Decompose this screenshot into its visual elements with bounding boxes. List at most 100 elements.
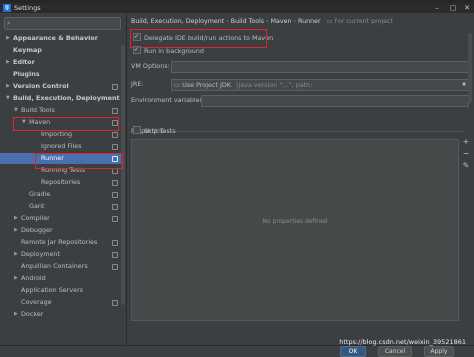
project-scope-icon bbox=[112, 240, 118, 246]
tree-item[interactable]: ▶ Editor bbox=[0, 57, 121, 68]
tree-item-label: Build Tools bbox=[21, 106, 55, 114]
tree-item-label: Compiler bbox=[21, 214, 50, 222]
jre-label: JRE: bbox=[131, 80, 144, 88]
tree-item[interactable]: ▶ Debugger bbox=[0, 225, 121, 236]
tree-item-label: Appearance & Behavior bbox=[13, 34, 98, 42]
highlight-box-delegate bbox=[130, 29, 267, 48]
highlight-box-maven bbox=[13, 117, 119, 131]
jre-value: Use Project JDK bbox=[182, 81, 231, 89]
vm-options-label: VM Options: bbox=[131, 62, 170, 70]
tree-item-label: Application Servers bbox=[21, 286, 84, 294]
skip-tests-label: Skip Tests bbox=[144, 127, 176, 135]
tree-item[interactable]: Repositories bbox=[0, 177, 121, 188]
chevron-right-icon[interactable]: ▶ bbox=[14, 225, 18, 236]
breadcrumb-item: Runner bbox=[298, 18, 321, 25]
tree-item-label: Editor bbox=[13, 58, 35, 66]
project-scope-icon: ▭ bbox=[326, 18, 333, 25]
properties-empty-text: No properties defined bbox=[262, 218, 328, 225]
run-in-background-option[interactable]: Run in background bbox=[133, 45, 204, 56]
run-in-background-label: Run in background bbox=[144, 47, 204, 55]
tree-item-label: Coverage bbox=[21, 298, 52, 306]
settings-search-field[interactable]: ⌕ bbox=[4, 17, 121, 30]
tree-item-label: Plugins bbox=[13, 70, 40, 78]
tree-item-label: Ignored Files bbox=[41, 142, 82, 150]
sidebar-scrollbar[interactable] bbox=[121, 45, 125, 305]
project-scope-icon bbox=[112, 204, 118, 210]
tree-item[interactable]: Coverage bbox=[0, 297, 121, 308]
tree-item[interactable]: Arquillian Containers bbox=[0, 261, 121, 272]
breadcrumb-item: Build, Execution, Deployment bbox=[131, 18, 225, 25]
skip-tests-option[interactable]: Skip Tests bbox=[133, 126, 176, 136]
tree-item-label: Remote Jar Repositories bbox=[21, 238, 98, 246]
vm-options-input[interactable] bbox=[171, 61, 469, 73]
tree-item[interactable]: ▶ Version Control bbox=[0, 81, 121, 92]
tree-item-label: Repositories bbox=[41, 178, 81, 186]
breadcrumb-separator: › bbox=[226, 18, 229, 25]
chevron-right-icon[interactable]: ▶ bbox=[6, 33, 10, 44]
breadcrumb-item: Maven bbox=[270, 18, 292, 25]
ok-button[interactable]: OK bbox=[340, 346, 366, 357]
tree-item[interactable]: ▶ Compiler bbox=[0, 213, 121, 224]
tree-item-label: Gant bbox=[29, 202, 45, 210]
tree-item-label: Version Control bbox=[13, 82, 69, 90]
properties-table[interactable]: No properties defined bbox=[131, 139, 459, 321]
run-in-background-checkbox[interactable] bbox=[133, 45, 141, 54]
remove-property-icon[interactable]: − bbox=[461, 149, 471, 158]
tree-item[interactable]: ▶ Docker bbox=[0, 309, 121, 320]
tree-item-label: Build, Execution, Deployment bbox=[13, 94, 120, 102]
tree-item[interactable]: ▶ Deployment bbox=[0, 249, 121, 260]
tree-item[interactable]: Gradle bbox=[0, 189, 121, 200]
tree-item[interactable]: Gant bbox=[0, 201, 121, 212]
add-property-icon[interactable]: + bbox=[461, 137, 471, 146]
breadcrumb-separator: › bbox=[266, 18, 269, 25]
project-scope-icon bbox=[112, 300, 118, 306]
tree-item[interactable]: ▶ Appearance & Behavior bbox=[0, 33, 121, 44]
search-icon: ⌕ bbox=[7, 19, 11, 27]
tree-item[interactable]: Keymap bbox=[0, 45, 121, 56]
jre-select[interactable]: ▭ Use Project JDK (java version "…", pat… bbox=[171, 79, 469, 91]
chevron-down-icon[interactable]: ▼ bbox=[6, 93, 10, 104]
chevron-right-icon[interactable]: ▶ bbox=[14, 249, 18, 260]
tree-item-label: Debugger bbox=[21, 226, 53, 234]
chevron-right-icon[interactable]: ▶ bbox=[14, 213, 18, 224]
environment-variables-input[interactable] bbox=[201, 95, 469, 107]
tree-item[interactable]: ▶ Android bbox=[0, 273, 121, 284]
tree-item-label: Gradle bbox=[29, 190, 51, 198]
tree-item[interactable]: Plugins bbox=[0, 69, 121, 80]
tree-item[interactable]: Application Servers bbox=[0, 285, 121, 296]
project-scope-icon bbox=[112, 180, 118, 186]
chevron-down-icon[interactable]: ▼ bbox=[14, 105, 18, 116]
close-icon[interactable]: ✕ bbox=[460, 3, 474, 13]
project-scope-icon bbox=[112, 264, 118, 270]
jre-detail: (java version "…", path: bbox=[236, 81, 313, 89]
tree-item[interactable]: ▼ Build Tools bbox=[0, 105, 121, 116]
watermark-text: https://blog.csdn.net/weixin_39521861 bbox=[339, 338, 466, 346]
minimize-icon[interactable]: – bbox=[430, 3, 444, 13]
highlight-box-runner bbox=[35, 153, 123, 169]
chevron-right-icon[interactable]: ▶ bbox=[14, 273, 18, 284]
chevron-right-icon[interactable]: ▶ bbox=[14, 309, 18, 320]
edit-property-icon[interactable]: ✎ bbox=[461, 161, 471, 170]
breadcrumb: Build, Execution, Deployment › Build Tools… bbox=[131, 17, 393, 26]
for-current-project-label: For current project bbox=[334, 18, 393, 25]
tree-item[interactable]: ▼ Build, Execution, Deployment bbox=[0, 93, 121, 104]
tree-item-label: Keymap bbox=[13, 46, 42, 54]
skip-tests-checkbox[interactable] bbox=[133, 126, 141, 134]
cancel-button[interactable]: Cancel bbox=[378, 346, 412, 357]
project-scope-icon bbox=[112, 108, 118, 114]
maximize-icon[interactable]: ▢ bbox=[446, 3, 460, 13]
tree-item[interactable]: Ignored Files bbox=[0, 141, 121, 152]
apply-button[interactable]: Apply bbox=[424, 346, 454, 357]
tree-item[interactable]: Remote Jar Repositories bbox=[0, 237, 121, 248]
settings-content: Build, Execution, Deployment › Build Tools… bbox=[127, 13, 474, 345]
project-scope-icon bbox=[112, 216, 118, 222]
app-icon: IJ bbox=[3, 4, 11, 12]
chevron-right-icon[interactable]: ▶ bbox=[6, 57, 10, 68]
project-scope-icon bbox=[112, 192, 118, 198]
breadcrumb-separator: › bbox=[293, 18, 297, 25]
window-title: Settings bbox=[14, 4, 41, 12]
tree-item-label: Android bbox=[21, 274, 46, 282]
content-scrollbar[interactable] bbox=[468, 33, 472, 103]
project-scope-icon bbox=[112, 252, 118, 258]
chevron-right-icon[interactable]: ▶ bbox=[6, 81, 10, 92]
